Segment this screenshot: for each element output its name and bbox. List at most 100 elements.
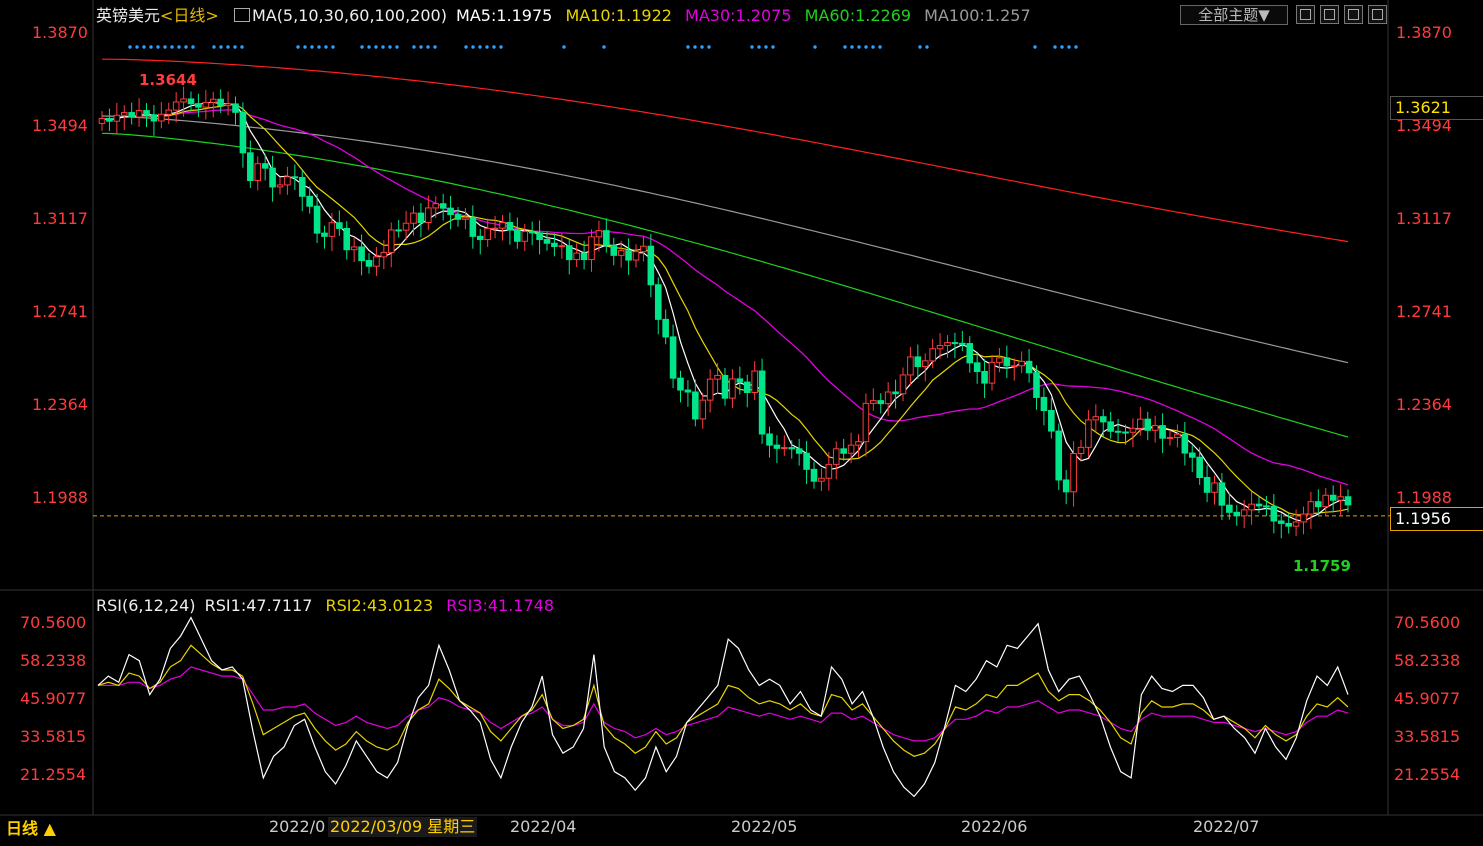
rsi-header: RSI(6,12,24) RSI1:47.7117 RSI2:43.0123 R… (96, 596, 554, 616)
signal-dot (163, 45, 167, 49)
candle-body (306, 195, 313, 207)
period-switch-button[interactable]: 日线 ▲ (6, 819, 56, 839)
month-label-3: 2022/06 (961, 817, 1028, 836)
ma5-value: MA5:1.1975 (456, 6, 553, 25)
candle-body (410, 212, 417, 224)
candle-body (313, 205, 321, 234)
candle-body (1181, 433, 1189, 454)
candle-body (617, 250, 625, 256)
candle-body (981, 370, 988, 384)
candle-body (699, 399, 707, 420)
candle-body (736, 378, 744, 383)
candle-body (743, 381, 751, 393)
candle-body (373, 256, 380, 267)
candle-body (1337, 496, 1344, 501)
candle-body (595, 230, 603, 238)
rsi-lines (97, 616, 1349, 798)
candle-body (469, 217, 477, 237)
candle-body (180, 98, 187, 103)
candle-body (795, 448, 803, 454)
candle-body (1344, 496, 1352, 506)
candle-body (350, 246, 358, 251)
rsi-tick-left: 21.2554 (20, 765, 86, 784)
signal-dot (233, 45, 237, 49)
signal-dot (219, 45, 223, 49)
play-forward-icon[interactable] (1344, 5, 1363, 24)
signal-dot (128, 45, 132, 49)
candle-body (432, 203, 440, 209)
signal-dot (296, 45, 300, 49)
candle-body (491, 227, 499, 230)
theme-select-button[interactable]: 全部主题▼ (1180, 5, 1288, 25)
candle-body (247, 152, 254, 181)
ma5-line (101, 101, 1349, 522)
candle-body (877, 400, 885, 405)
indicator-icon[interactable] (233, 8, 250, 22)
rsi-tick-left: 45.9077 (20, 689, 86, 708)
ma200-line (102, 58, 1349, 243)
candle-body (536, 232, 543, 241)
signal-dot (412, 45, 416, 49)
candle-body (1300, 513, 1307, 523)
period-high-label: 1.3644 (139, 71, 197, 89)
signal-dot (562, 45, 566, 49)
price-tick-right: 1.1988 (1396, 488, 1452, 507)
candle-body (106, 117, 113, 122)
candle-body (150, 114, 158, 122)
signal-dot (764, 45, 768, 49)
grid-layout-icon[interactable] (1296, 5, 1315, 24)
signal-dot (918, 45, 922, 49)
month-label-1: 2022/04 (510, 817, 577, 836)
rsi-tick-left: 33.5815 (20, 727, 86, 746)
candle-body (840, 448, 847, 454)
candle-body (936, 345, 944, 350)
rsi-title: RSI(6,12,24) (96, 596, 196, 615)
price-tick-right: 1.3870 (1396, 23, 1452, 42)
candle-body (1040, 396, 1048, 412)
candle-body (113, 114, 121, 122)
ma-title: MA(5,10,30,60,100,200) (251, 6, 447, 25)
price-tick-left: 1.1988 (32, 488, 88, 507)
candle-body (209, 98, 217, 103)
signal-dots (128, 45, 1078, 49)
candle-body (810, 468, 818, 482)
candle-body (499, 221, 506, 229)
candle-body (187, 98, 195, 105)
period-tag[interactable]: <日线> (160, 6, 219, 25)
candle-body (825, 463, 833, 479)
candle-body (573, 252, 580, 261)
candle-body (966, 343, 974, 364)
candle-body (358, 246, 365, 262)
candle-body (402, 222, 410, 231)
candle-body (625, 250, 632, 261)
ma10-line (101, 103, 1349, 516)
split-layout-icon[interactable] (1320, 5, 1339, 24)
candle-body (692, 391, 699, 420)
signal-dot (240, 45, 244, 49)
axis-labels: 1.3870 1.38701.3494 1.34941.3117 1.31171.27… (20, 23, 1460, 784)
fast-forward-icon[interactable] (1368, 5, 1387, 24)
candle-body (1085, 419, 1092, 448)
signal-dot (177, 45, 181, 49)
candle-body (1285, 522, 1292, 527)
candle-body (447, 207, 454, 216)
candle-body (276, 184, 284, 188)
signal-dot (871, 45, 875, 49)
candle-body (662, 318, 669, 338)
candle-body (1248, 503, 1255, 511)
current-price-label: 1.3621 (1390, 96, 1483, 120)
rsi1-value: RSI1:47.7117 (204, 596, 313, 615)
candle-body (387, 229, 395, 253)
candle-body (1003, 357, 1011, 367)
candle-body (269, 167, 276, 188)
rsi-tick-right: 45.9077 (1394, 689, 1460, 708)
rsi-tick-right: 70.5600 (1394, 613, 1460, 632)
candle-body (1307, 501, 1315, 515)
signal-dot (707, 45, 711, 49)
candle-body (751, 370, 758, 393)
candle-body (425, 207, 432, 223)
signal-dot (426, 45, 430, 49)
candle-body (721, 374, 729, 399)
kline-chart-canvas[interactable]: 1.3870 1.38701.3494 1.34941.3117 1.31171.27… (0, 0, 1483, 846)
signal-dot (135, 45, 139, 49)
